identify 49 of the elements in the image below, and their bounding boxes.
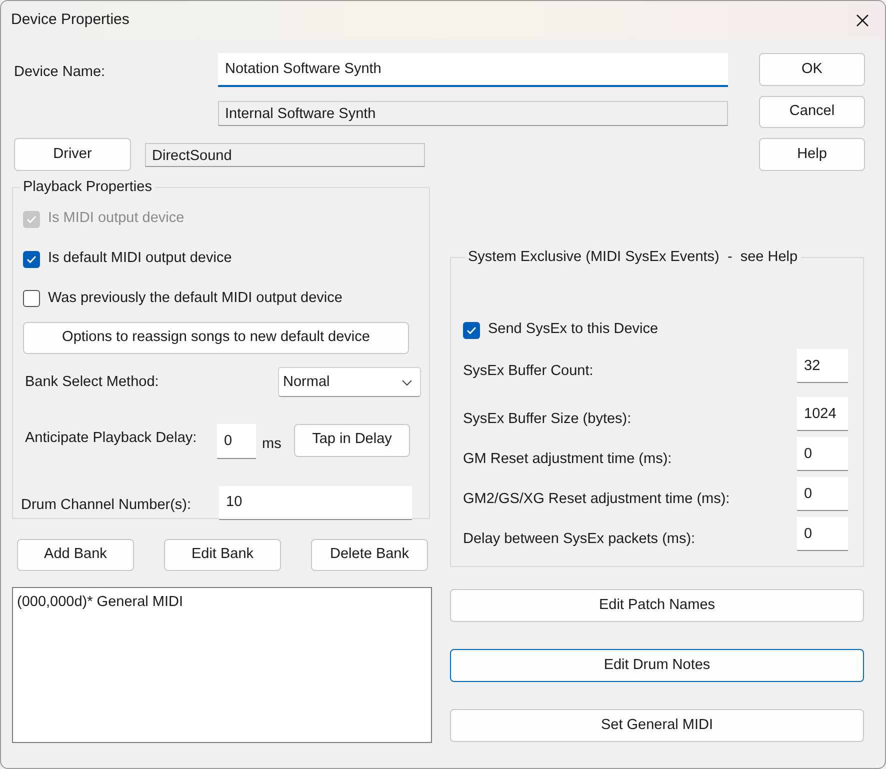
group-title: Playback Properties — [22, 179, 153, 196]
action-button[interactable]: Edit Drum Notes — [450, 649, 864, 682]
bank-list-item[interactable]: (000,000d)* General MIDI — [17, 592, 427, 614]
checkbox[interactable] — [23, 250, 40, 268]
field-label: Device Name: — [14, 63, 106, 82]
driver-button[interactable]: Driver — [14, 138, 131, 171]
field-label: GM Reset adjustment time (ms): — [463, 450, 672, 470]
close-icon[interactable] — [856, 14, 869, 26]
checkbox-label: Is default MIDI output device — [48, 249, 232, 268]
action-button[interactable]: Set General MIDI — [450, 709, 864, 742]
driver-field: DirectSound — [145, 142, 425, 166]
checkbox[interactable] — [463, 322, 480, 339]
sysex-value-field[interactable]: 32 — [797, 349, 848, 384]
dialog-button[interactable]: Cancel — [759, 96, 865, 128]
chevron-down-icon — [402, 380, 412, 386]
field-label: SysEx Buffer Size (bytes): — [463, 410, 632, 430]
reassign-button[interactable]: Options to reassign songs to new default device — [23, 322, 409, 354]
checkbox-label: Send SysEx to this Device — [488, 320, 658, 340]
field-label: Drum Channel Number(s): — [21, 496, 192, 515]
description-field: Internal Software Synth — [218, 101, 728, 126]
field-label: SysEx Buffer Count: — [463, 362, 594, 382]
bank-select-dropdown[interactable]: Normal — [278, 366, 421, 397]
action-button[interactable]: Edit Patch Names — [450, 589, 864, 622]
field-label: Delay between SysEx packets (ms): — [463, 530, 696, 550]
dialog-button[interactable]: Help — [759, 138, 865, 171]
bank-button[interactable]: Edit Bank — [164, 539, 281, 571]
bank-button[interactable]: Add Bank — [17, 539, 134, 571]
dialog-button[interactable]: OK — [759, 53, 865, 86]
check-icon — [466, 326, 477, 335]
field-label: Bank Select Method: — [24, 372, 159, 392]
checkbox[interactable] — [23, 290, 40, 308]
sysex-value-field[interactable]: 0 — [797, 477, 848, 512]
device-name-field[interactable]: Notation Software Synth — [218, 53, 728, 87]
field-label: GM2/GS/XG Reset adjustment time (ms): — [463, 490, 730, 510]
checkbox-label: Is MIDI output device — [48, 209, 184, 228]
group-title: System Exclusive (MIDI SysEx Events) - see Help — [467, 249, 799, 266]
sysex-value-field[interactable]: 0 — [797, 517, 848, 552]
tap-in-delay-button[interactable]: Tap in Delay — [294, 424, 410, 457]
checkbox-label: Was previously the default MIDI output device — [48, 288, 342, 308]
unit-label: ms — [262, 434, 282, 454]
sysex-value-field[interactable]: 1024 — [797, 397, 848, 432]
drum-channel-field[interactable]: 10 — [219, 486, 412, 520]
bank-button[interactable]: Delete Bank — [311, 539, 428, 571]
field-label: Anticipate Playback Delay: — [24, 428, 198, 448]
check-icon — [26, 214, 37, 224]
check-icon — [26, 254, 37, 264]
sysex-value-field[interactable]: 0 — [797, 437, 848, 472]
window-title: Device Properties — [11, 10, 130, 30]
delay-field[interactable]: 0 — [217, 424, 256, 459]
